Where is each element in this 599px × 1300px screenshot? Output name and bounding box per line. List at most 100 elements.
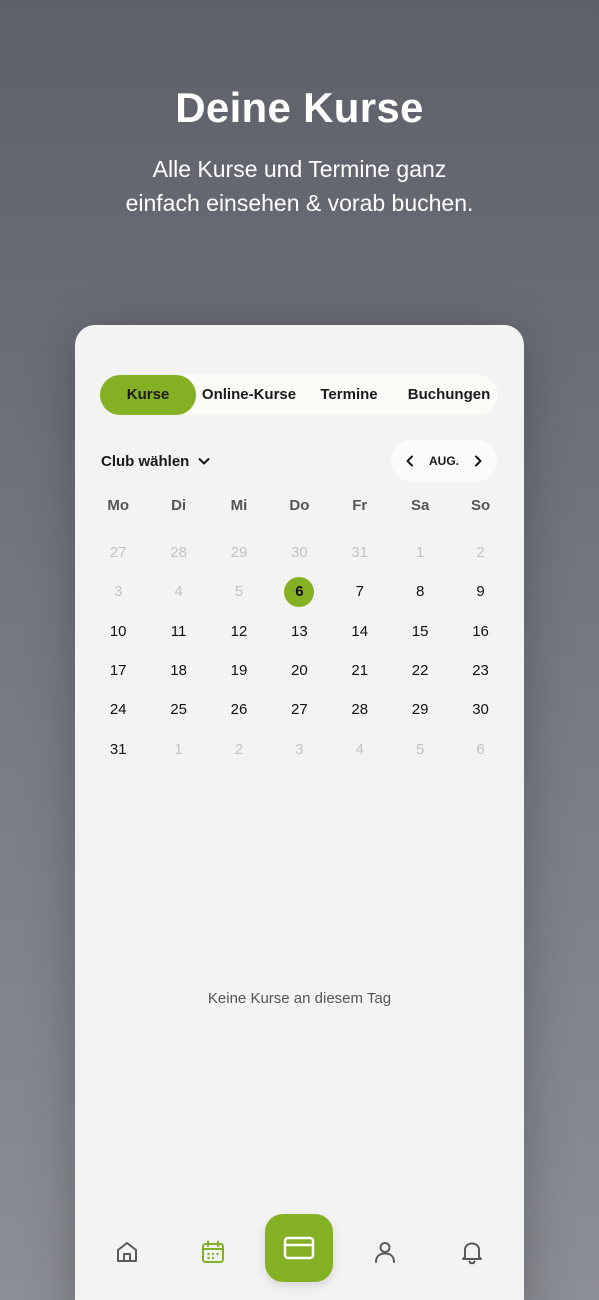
calendar-day[interactable]: 5 [390,729,450,768]
calendar-day-number: 4 [174,583,183,601]
calendar-day[interactable]: 30 [450,690,510,729]
calendar-day[interactable]: 31 [330,533,390,572]
calendar-day-number: 10 [109,622,127,640]
bell-icon [462,1242,482,1265]
home-icon [117,1242,137,1262]
calendar-day-number: 27 [291,701,308,719]
calendar-day[interactable]: 19 [209,651,269,690]
user-icon [375,1242,395,1263]
calendar-day[interactable]: 3 [269,729,329,768]
calendar-day-number: 6 [476,740,485,758]
calendar-day[interactable]: 2 [209,729,269,768]
calendar-day[interactable]: 24 [88,690,148,729]
tab-online-kurse[interactable]: Online-Kurse [198,375,300,415]
calendar-day-number: 23 [472,662,489,680]
nav-card-button[interactable] [265,1214,333,1282]
hero-subtitle: Alle Kurse und Termine ganz einfach eins… [125,156,474,216]
calendar-day-number: 24 [109,701,127,719]
calendar-day-number: 9 [476,583,485,601]
calendar-day-selected[interactable]: 6 [269,572,329,611]
month-label: AUG. [429,454,459,468]
calendar-day[interactable]: 31 [88,729,148,768]
chevron-right-icon [475,455,482,467]
calendar-day-number: 18 [170,662,187,680]
calendar-day-number: 15 [411,622,429,640]
calendar-day[interactable]: 14 [330,612,390,651]
calendar-day[interactable]: 16 [450,612,510,651]
calendar-day[interactable]: 29 [209,533,269,572]
calendar-day-number: 22 [411,662,429,680]
calendar-day-number: 29 [411,701,429,719]
calendar-day[interactable]: 11 [148,612,208,651]
calendar-day[interactable]: 26 [209,690,269,729]
calendar-day-number: 14 [351,622,369,640]
weekday-label: Fr [352,497,368,514]
calendar-day-number: 19 [230,662,248,680]
calendar-day[interactable]: 25 [148,690,208,729]
calendar-day-number: 11 [170,622,187,640]
calendar-day-number: 21 [351,662,369,680]
calendar-day[interactable]: 29 [390,690,450,729]
calendar-day-number: 17 [109,662,127,680]
calendar-day[interactable]: 5 [209,572,269,611]
calendar-day[interactable]: 13 [269,612,329,651]
calendar-day[interactable]: 1 [148,729,208,768]
tab-termine[interactable]: Termine [304,375,394,415]
weekday-label: Sa [410,497,430,514]
tab-buchungen[interactable]: Buchungen [400,375,498,415]
calendar-day[interactable]: 17 [88,651,148,690]
calendar-day[interactable]: 22 [390,651,450,690]
calendar-day-number: 31 [109,740,127,758]
nav-notifications-button[interactable] [454,1234,490,1270]
calendar-day[interactable]: 1 [390,533,450,572]
club-select[interactable]: Club wählen [101,449,211,473]
tab-bar: Kurse Online-Kurse Termine Buchungen [100,375,498,415]
calendar-day-number: 28 [170,544,187,562]
calendar-day[interactable]: 8 [390,572,450,611]
empty-state-message: Keine Kurse an diesem Tag [207,990,392,1007]
nav-home-button[interactable] [109,1234,145,1270]
weekday-label: Di [171,497,187,514]
calendar-day[interactable]: 28 [330,690,390,729]
chevron-left-icon [406,455,413,467]
calendar-day[interactable]: 6 [450,729,510,768]
calendar-day-number: 5 [234,583,244,601]
calendar-day[interactable]: 18 [148,651,208,690]
calendar-day-number: 26 [230,701,248,719]
calendar-icon [202,1240,224,1263]
calendar-day[interactable]: 27 [269,690,329,729]
calendar-day[interactable]: 15 [390,612,450,651]
calendar-day-number: 5 [415,740,425,758]
calendar-day-number: 3 [295,740,304,758]
calendar-day[interactable]: 7 [330,572,390,611]
next-month-button[interactable] [468,451,488,471]
calendar-day[interactable]: 2 [450,533,510,572]
calendar-day[interactable]: 28 [148,533,208,572]
calendar-day[interactable]: 12 [209,612,269,651]
weekday-label: Mo [107,497,130,514]
calendar-day[interactable]: 9 [450,572,510,611]
tab-kurse[interactable]: Kurse [100,375,196,415]
calendar-day-number: 8 [415,583,425,601]
calendar-day[interactable]: 27 [88,533,148,572]
calendar-day-number: 16 [472,622,489,640]
weekday-label: Mi [230,497,248,514]
calendar-day[interactable]: 21 [330,651,390,690]
calendar-day[interactable]: 3 [88,572,148,611]
calendar-grid: 27 28 29 30 31 1 2 3 4 5 6 7 8 9 10 11 12 13 14 15 16 17 18 19 2… [88,533,511,769]
calendar-day-number: 2 [476,544,485,562]
calendar-day-number: 29 [230,544,248,562]
calendar-day[interactable]: 4 [330,729,390,768]
calendar-day[interactable]: 30 [269,533,329,572]
calendar-day[interactable]: 10 [88,612,148,651]
calendar-day-number: 31 [351,544,369,562]
nav-calendar-button[interactable] [195,1234,231,1270]
chevron-down-icon [198,458,210,465]
calendar-day-number: 3 [114,583,123,601]
club-select-label: Club wählen [101,452,190,470]
calendar-day[interactable]: 20 [269,651,329,690]
calendar-day[interactable]: 4 [148,572,208,611]
month-navigator: AUG. [391,440,497,482]
calendar-day[interactable]: 23 [450,651,510,690]
nav-profile-button[interactable] [367,1234,403,1270]
